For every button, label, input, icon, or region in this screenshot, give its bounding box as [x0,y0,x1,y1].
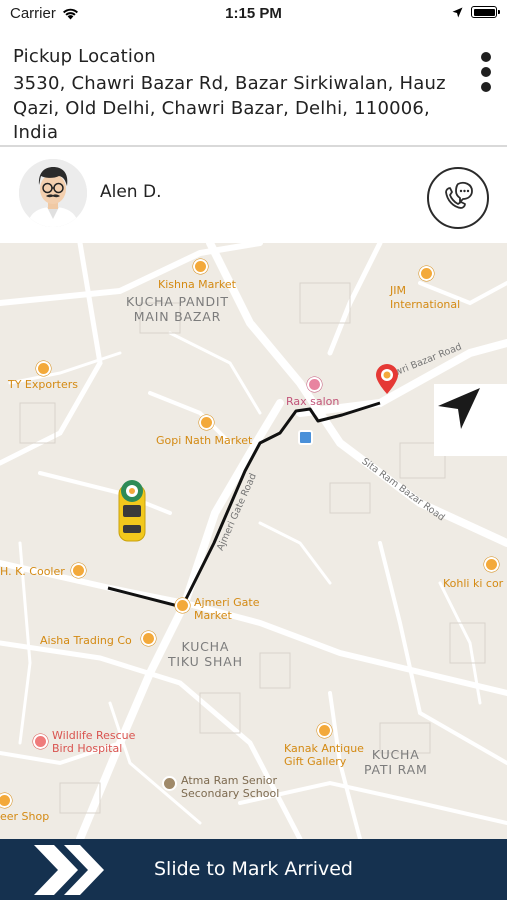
slide-label: Slide to Mark Arrived [154,858,353,880]
poi-beer-shop: eer Shop [0,810,50,823]
car-marker-icon [118,480,146,542]
status-time: 1:15 PM [225,5,282,22]
pickup-title: Pickup Location [13,46,156,67]
area-label-kucha-tiku: KUCHA TIKU SHAH [168,639,243,669]
poi-marker [193,259,208,274]
status-right [452,6,500,18]
poi-jim-international: JIM International [390,284,461,311]
poi-marker [298,430,313,445]
poi-marker [307,377,322,392]
poi-ajmeri-gate-market: Ajmeri Gate Market [194,596,260,622]
poi-marker [199,415,214,430]
phone-chat-icon [445,181,473,209]
map-view[interactable]: KUCHA PANDIT MAIN BAZAR KUCHA TIKU SHAH … [0,243,507,839]
pickup-header: Pickup Location 3530, Chawri Bazar Rd, B… [0,42,507,146]
poi-wildlife-rescue: Wildlife Rescue Bird Hospital [52,729,136,755]
location-arrow-icon [452,7,463,17]
driver-name: Alen D. [100,182,162,202]
pickup-address: 3530, Chawri Bazar Rd, Bazar Sirkiwalan,… [13,73,446,143]
kebab-menu-icon[interactable] [479,52,493,92]
destination-pin-icon [376,364,398,394]
area-label-kucha-pati: KUCHA PATI RAM [364,747,428,777]
navigate-button[interactable] [434,384,507,456]
poi-marker [175,598,190,613]
poi-kohli-ki-corner: Kohli ki cor [443,577,504,590]
driver-row: Alen D. [0,147,507,243]
poi-hk-cooler: H. K. Cooler [0,565,65,578]
poi-rax-salon: Rax salon [286,395,340,408]
poi-marker [141,631,156,646]
navigation-arrow-icon [438,388,480,429]
poi-aisha-trading: Aisha Trading Co [40,634,132,647]
poi-gopi-nath-market: Gopi Nath Market [156,434,253,447]
avatar [19,159,87,227]
battery-icon [471,6,500,18]
poi-marker [33,734,48,749]
poi-ty-exporters: TY Exporters [8,378,78,391]
poi-atma-ram: Atma Ram Senior Secondary School [181,774,280,800]
poi-marker [162,776,177,791]
area-label-kucha-pandit: KUCHA PANDIT MAIN BAZAR [126,294,229,324]
poi-kishna-market: Kishna Market [158,278,236,291]
poi-kanak-antique: Kanak Antique Gift Gallery [284,742,364,768]
status-bar: Carrier 1:15 PM [0,0,507,30]
slide-to-arrive-bar[interactable]: Slide to Mark Arrived [0,839,507,900]
poi-marker [419,266,434,281]
call-button[interactable] [427,167,489,229]
poi-marker [71,563,86,578]
poi-marker [484,557,499,572]
poi-marker [317,723,332,738]
poi-marker [36,361,51,376]
